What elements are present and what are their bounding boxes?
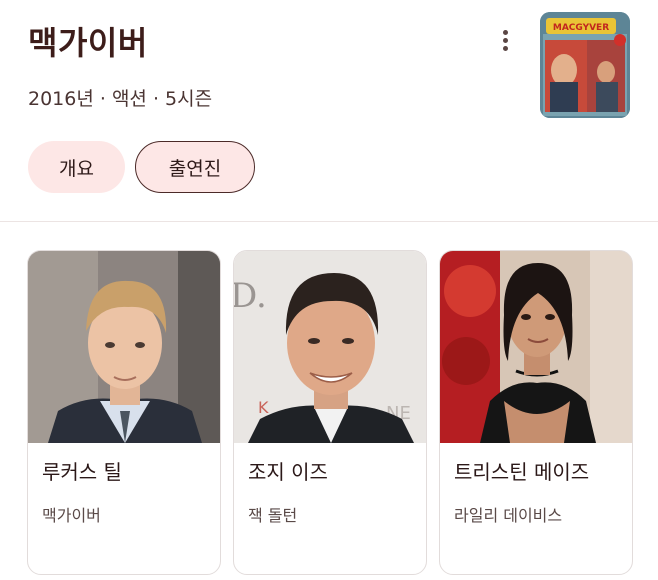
svg-text:D.: D. [234,276,267,316]
cast-card[interactable]: D. NE K 조지 이즈 잭 돌턴 [233,250,427,575]
cast-photo [28,251,220,443]
cast-name: 루커스 틸 [42,460,122,484]
cast-role: 맥가이버 [42,506,101,525]
tab-overview-label: 개요 [59,157,94,180]
tab-cast[interactable]: 출연진 [135,141,255,193]
tab-cast-label: 출연진 [168,157,222,180]
cast-role: 잭 돌턴 [248,506,298,525]
show-poster[interactable]: MACGYVER [540,12,630,118]
cast-card[interactable]: 루커스 틸 맥가이버 [27,250,221,575]
cast-photo: D. NE K [234,251,426,443]
poster-logo: MACGYVER [553,23,609,33]
more-options-icon[interactable] [494,28,516,54]
show-subtitle: 2016년 · 액션 · 5시즌 [28,88,213,110]
cast-name: 조지 이즈 [248,460,328,484]
section-divider [0,221,658,222]
svg-text:K: K [258,398,269,417]
cast-photo [440,251,632,443]
tab-overview[interactable]: 개요 [28,141,125,193]
cast-role: 라일리 데이비스 [454,506,563,525]
cast-card[interactable]: 트리스틴 메이즈 라일리 데이비스 [439,250,633,575]
cast-name: 트리스틴 메이즈 [454,460,590,484]
show-title: 맥가이버 [28,24,148,62]
